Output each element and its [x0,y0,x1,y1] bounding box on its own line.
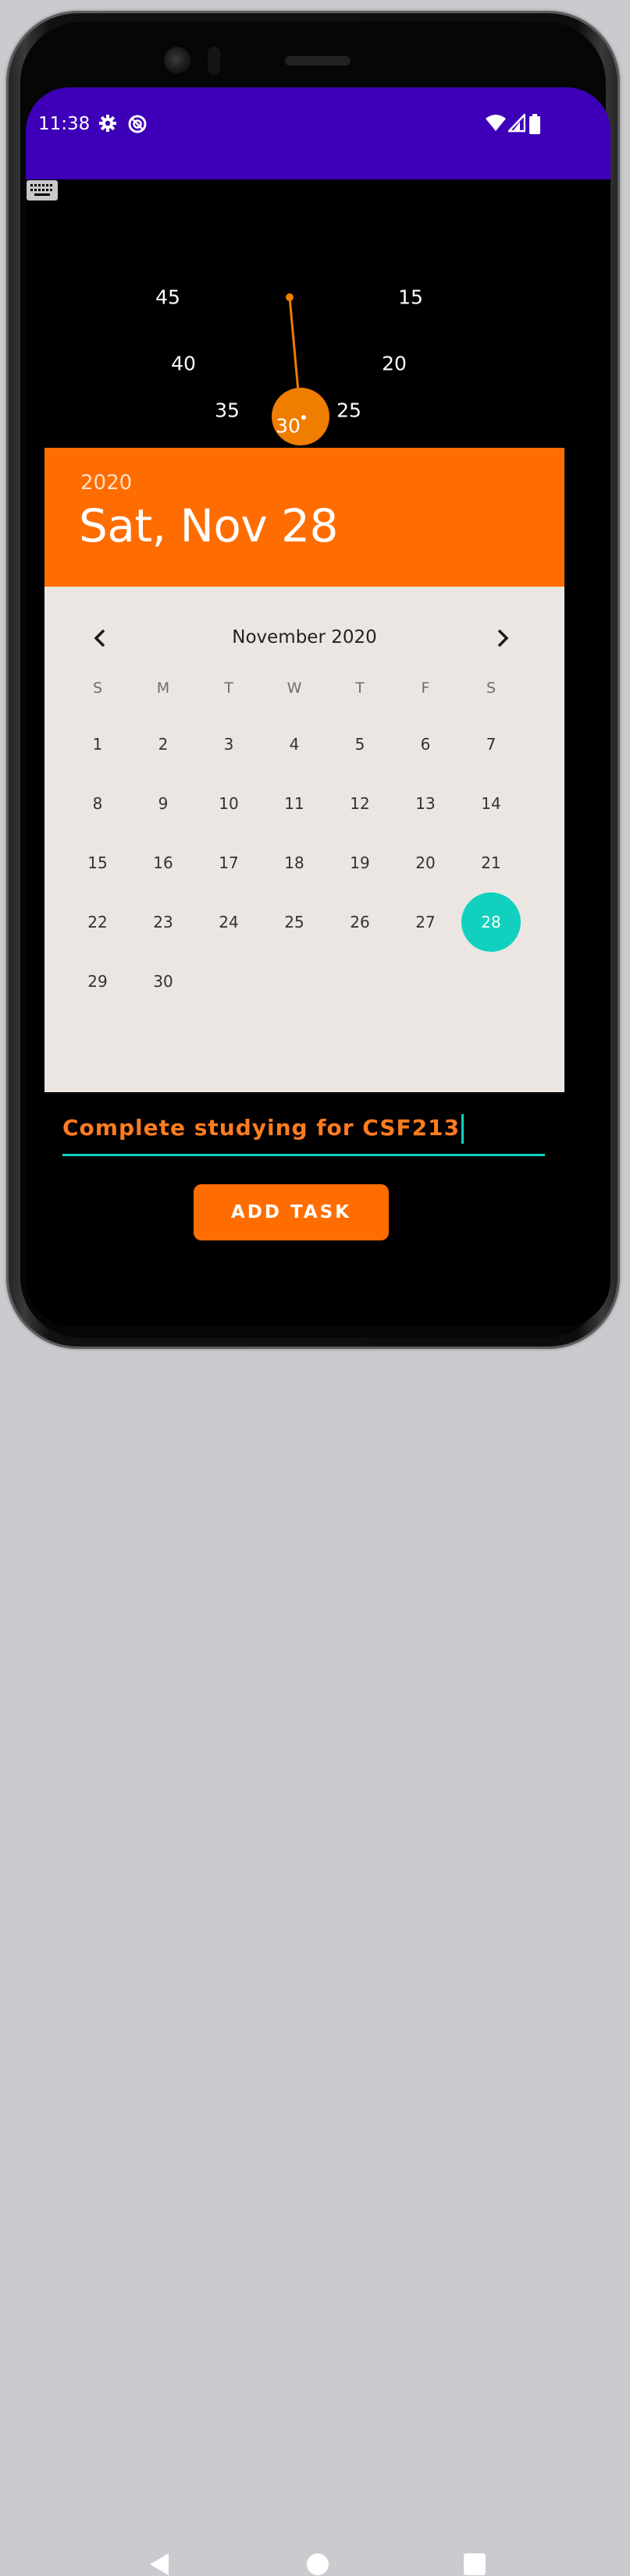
camera [164,47,190,73]
calendar-day[interactable]: 3 [201,717,256,772]
minute-40[interactable]: 40 [160,353,207,375]
calendar-day[interactable]: 17 [201,836,256,890]
weekday-header: F [421,679,430,697]
calendar-day[interactable]: 10 [201,776,256,831]
calendar-day[interactable]: 24 [201,895,256,949]
battery-icon [529,114,540,134]
calendar-day[interactable]: 22 [70,895,125,949]
task-input-value: Complete studying for CSF213 [62,1115,461,1141]
calendar-day[interactable]: 25 [267,895,322,949]
calendar-day[interactable]: 13 [398,776,453,831]
signal-icon [508,114,525,133]
calendar-day-selected[interactable]: 28 [461,892,521,952]
task-input[interactable]: Complete studying for CSF213 [62,1114,531,1153]
calendar-day[interactable]: 15 [70,836,125,890]
weekday-header: S [486,679,497,697]
minute-25[interactable]: 25 [326,399,372,422]
status-time: 11:38 [38,114,91,134]
keyboard-icon[interactable] [26,179,59,201]
navigation-bar [0,1264,585,2575]
calendar-day[interactable]: 26 [333,895,387,949]
sensor [208,47,220,75]
selected-date[interactable]: Sat, Nov 28 [79,499,338,552]
selected-year[interactable]: 2020 [80,471,132,495]
weekday-header: T [355,679,365,697]
calendar-day[interactable]: 30 [136,954,190,1009]
back-icon[interactable] [148,2553,170,2576]
calendar-day[interactable]: 20 [398,836,453,890]
minute-35[interactable]: 35 [204,399,251,422]
calendar: November 2020 S M T W T F S 1 2 3 4 5 6 7 8 9 10 11 12 13 14… [44,587,564,1092]
calendar-day[interactable]: 5 [333,717,387,772]
calendar-day[interactable]: 14 [464,776,518,831]
task-input-underline [62,1154,545,1156]
calendar-day[interactable]: 23 [136,895,190,949]
calendar-day[interactable]: 9 [136,776,190,831]
calendar-day[interactable]: 18 [267,836,322,890]
text-caret [461,1114,464,1144]
date-picker-header: 2020 Sat, Nov 28 [44,448,564,587]
minute-15[interactable]: 15 [387,286,434,309]
calendar-day[interactable]: 1 [70,717,125,772]
earpiece-speaker [285,56,351,66]
sync-icon [128,115,147,133]
settings-icon [99,115,116,132]
minute-20[interactable]: 20 [371,353,418,375]
calendar-day[interactable]: 16 [136,836,190,890]
calendar-day[interactable]: 12 [333,776,387,831]
calendar-day[interactable]: 21 [464,836,518,890]
calendar-day[interactable]: 19 [333,836,387,890]
calendar-day[interactable]: 8 [70,776,125,831]
minute-45[interactable]: 45 [144,286,191,309]
calendar-day[interactable]: 11 [267,776,322,831]
status-bar: 11:38 [26,87,610,179]
weekday-header: W [287,679,302,697]
calendar-day[interactable]: 2 [136,717,190,772]
home-icon[interactable] [306,2553,329,2576]
weekday-header: T [224,679,233,697]
next-month-button[interactable] [486,623,518,654]
calendar-day[interactable]: 7 [464,717,518,772]
calendar-day[interactable]: 27 [398,895,453,949]
weekday-header: M [156,679,170,697]
wifi-icon [486,115,506,131]
calendar-day[interactable]: 6 [398,717,453,772]
weekday-header: S [92,679,103,697]
calendar-day[interactable]: 29 [70,954,125,1009]
add-task-button[interactable]: ADD TASK [194,1184,389,1240]
minute-30-selected[interactable]: 30 [265,415,311,438]
calendar-day[interactable]: 4 [267,717,322,772]
recents-icon[interactable] [464,2553,486,2575]
